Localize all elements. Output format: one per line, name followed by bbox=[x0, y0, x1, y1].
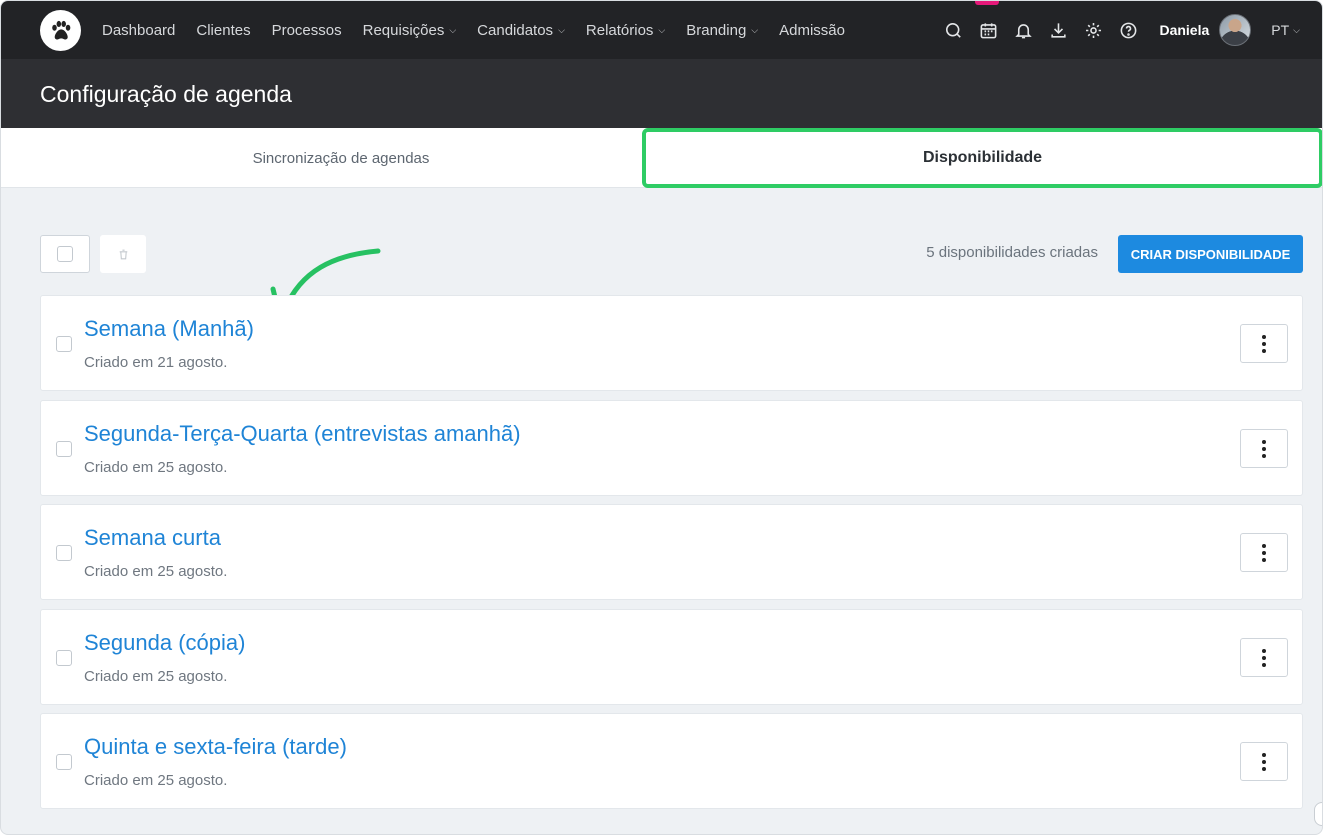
main-menu: Dashboard Clientes Processos Requisições… bbox=[102, 1, 866, 59]
row-checkbox[interactable] bbox=[56, 650, 72, 666]
user-name[interactable]: Daniela bbox=[1159, 22, 1209, 38]
tab-sync[interactable]: Sincronização de agendas bbox=[1, 128, 681, 188]
chevron-down-icon: ⌵ bbox=[558, 24, 565, 35]
nav-clientes[interactable]: Clientes bbox=[196, 22, 250, 39]
nav-requisicoes[interactable]: Requisições ⌵ bbox=[363, 22, 457, 39]
created-date: Criado em 25 agosto. bbox=[84, 563, 228, 580]
chevron-down-icon: ⌵ bbox=[658, 24, 666, 35]
list-item: Quinta e sexta-feira (tarde) Criado em 2… bbox=[40, 713, 1303, 809]
delete-button[interactable] bbox=[100, 235, 146, 273]
list-item: Semana (Manhã) Criado em 21 agosto. bbox=[40, 295, 1303, 391]
calendar-icon[interactable] bbox=[975, 1, 1000, 41]
availability-title-link[interactable]: Quinta e sexta-feira (tarde) bbox=[84, 734, 347, 760]
avatar[interactable] bbox=[1219, 14, 1252, 46]
row-checkbox[interactable] bbox=[56, 336, 72, 352]
list-item: Semana curta Criado em 25 agosto. bbox=[40, 504, 1303, 600]
paw-logo-icon[interactable] bbox=[40, 10, 81, 51]
nav-candidatos[interactable]: Candidatos ⌵ bbox=[477, 22, 565, 39]
availability-title-link[interactable]: Segunda-Terça-Quarta (entrevistas amanhã… bbox=[84, 421, 521, 447]
availability-title-link[interactable]: Segunda (cópia) bbox=[84, 630, 245, 656]
row-checkbox[interactable] bbox=[56, 545, 72, 561]
navbar-actions: Daniela PT ⌵ bbox=[929, 1, 1300, 59]
created-date: Criado em 21 agosto. bbox=[84, 354, 228, 371]
create-availability-button[interactable]: CRIAR DISPONIBILIDADE bbox=[1118, 235, 1303, 273]
scroll-handle[interactable] bbox=[1314, 802, 1322, 826]
language-selector[interactable]: PT ⌵ bbox=[1271, 22, 1300, 38]
availability-count: 5 disponibilidades criadas bbox=[926, 244, 1098, 261]
nav-admissao[interactable]: Admissão bbox=[779, 22, 845, 39]
more-options-button[interactable] bbox=[1240, 429, 1288, 468]
top-navbar: Dashboard Clientes Processos Requisições… bbox=[1, 1, 1322, 59]
chevron-down-icon: ⌵ bbox=[1293, 24, 1300, 35]
created-date: Criado em 25 agosto. bbox=[84, 459, 228, 476]
row-checkbox[interactable] bbox=[56, 754, 72, 770]
gear-icon[interactable] bbox=[1082, 19, 1104, 41]
tab-availability[interactable]: Disponibilidade bbox=[642, 128, 1322, 188]
page-title: Configuração de agenda bbox=[40, 81, 292, 107]
created-date: Criado em 25 agosto. bbox=[84, 772, 228, 789]
download-icon[interactable] bbox=[1047, 19, 1069, 41]
more-options-button[interactable] bbox=[1240, 324, 1288, 363]
chevron-down-icon: ⌵ bbox=[751, 24, 759, 35]
tab-bar: Sincronização de agendas Disponibilidade bbox=[1, 128, 1322, 188]
trash-icon bbox=[119, 249, 127, 259]
row-checkbox[interactable] bbox=[56, 441, 72, 457]
list-item: Segunda-Terça-Quarta (entrevistas amanhã… bbox=[40, 400, 1303, 496]
bell-icon[interactable] bbox=[1012, 19, 1034, 41]
active-indicator bbox=[975, 1, 1000, 5]
chevron-down-icon: ⌵ bbox=[449, 24, 457, 35]
checkbox[interactable] bbox=[57, 246, 73, 262]
created-date: Criado em 25 agosto. bbox=[84, 668, 228, 685]
help-icon[interactable] bbox=[1117, 19, 1139, 41]
nav-processos[interactable]: Processos bbox=[272, 22, 342, 39]
availability-title-link[interactable]: Semana (Manhã) bbox=[84, 316, 254, 342]
nav-dashboard[interactable]: Dashboard bbox=[102, 22, 175, 39]
chat-icon[interactable] bbox=[942, 19, 964, 41]
availability-title-link[interactable]: Semana curta bbox=[84, 525, 221, 551]
list-item: Segunda (cópia) Criado em 25 agosto. bbox=[40, 609, 1303, 705]
more-options-button[interactable] bbox=[1240, 533, 1288, 572]
nav-branding[interactable]: Branding ⌵ bbox=[686, 22, 758, 39]
app-window: Dashboard Clientes Processos Requisições… bbox=[0, 0, 1323, 835]
more-options-button[interactable] bbox=[1240, 742, 1288, 781]
more-options-button[interactable] bbox=[1240, 638, 1288, 677]
nav-relatorios[interactable]: Relatórios ⌵ bbox=[586, 22, 665, 39]
select-all-checkbox[interactable] bbox=[40, 235, 90, 273]
